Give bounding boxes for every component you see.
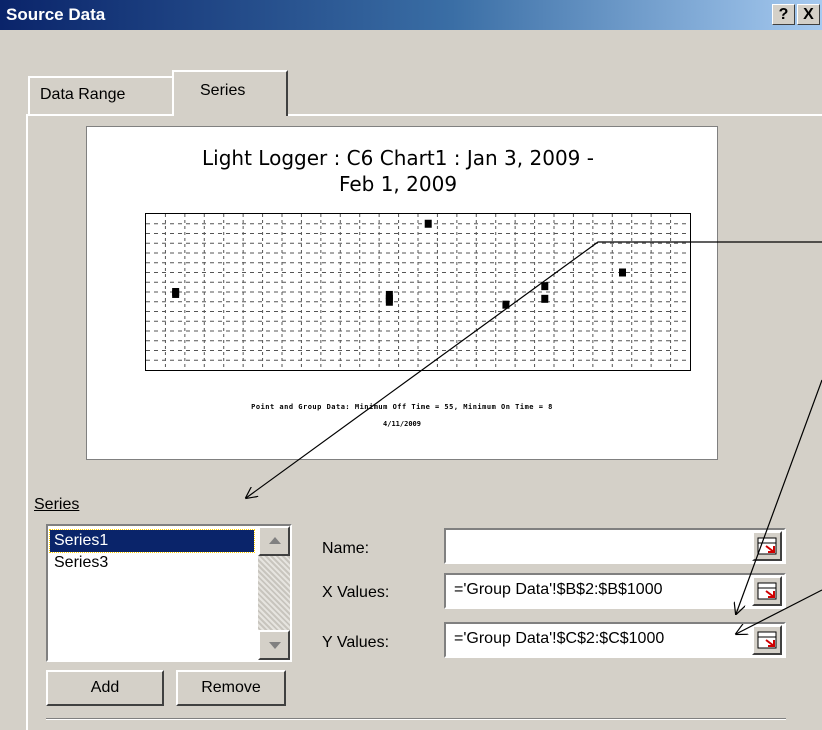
data-point	[541, 294, 549, 303]
y-values-collapse-button[interactable]	[752, 625, 782, 655]
separator-line	[46, 718, 786, 720]
x-values-label: X Values:	[322, 584, 390, 601]
source-data-dialog: Source Data ? X Data Range Series Light …	[0, 0, 822, 730]
listbox-scrollbar[interactable]	[258, 526, 290, 660]
name-field[interactable]	[444, 528, 786, 564]
tab-series[interactable]: Series	[172, 70, 288, 116]
scroll-up-button[interactable]	[258, 526, 290, 556]
series-list-label: Series	[34, 496, 79, 514]
chart-title-line-2: Feb 1, 2009	[338, 172, 458, 196]
tab-data-range[interactable]: Data Range	[28, 76, 174, 114]
chart-title: Light Logger : C6 Chart1 : Jan 3, 2009 -…	[177, 145, 619, 197]
range-selector-icon	[757, 631, 777, 649]
arrow-down-icon	[269, 642, 281, 649]
data-point	[172, 289, 180, 298]
chart-preview: Light Logger : C6 Chart1 : Jan 3, 2009 -…	[86, 126, 718, 460]
series-listbox[interactable]: Series1 Series3	[46, 524, 292, 662]
list-item-series3[interactable]: Series3	[50, 552, 254, 574]
window-title: Source Data	[6, 5, 106, 24]
close-button[interactable]: X	[797, 4, 820, 25]
list-item-series1[interactable]: Series1	[49, 529, 255, 553]
add-button[interactable]: Add	[46, 670, 164, 706]
name-collapse-button[interactable]	[752, 531, 782, 561]
x-axis-date-label: 4/11/2009	[383, 420, 421, 428]
arrow-up-icon	[269, 537, 281, 544]
data-point	[502, 300, 510, 309]
scroll-down-button[interactable]	[258, 630, 290, 660]
series-list-label-text: Series	[34, 496, 80, 513]
x-values-collapse-button[interactable]	[752, 576, 782, 606]
title-bar: Source Data ? X	[0, 0, 822, 30]
chart-title-line-1: Light Logger : C6 Chart1 : Jan 3, 2009 -	[202, 146, 594, 170]
data-point	[424, 219, 432, 228]
range-selector-icon	[757, 537, 777, 555]
data-point	[385, 297, 393, 306]
x-axis-label: Point and Group Data: Minimum Off Time =…	[251, 403, 553, 411]
x-values-field[interactable]: ='Group Data'!$B$2:$B$1000	[444, 573, 786, 609]
y-values-label: Y Values:	[322, 634, 390, 651]
data-point	[619, 268, 626, 277]
remove-button[interactable]: Remove	[176, 670, 286, 706]
range-selector-icon	[757, 582, 777, 600]
y-values-field[interactable]: ='Group Data'!$C$2:$C$1000	[444, 622, 786, 658]
data-point	[541, 282, 549, 291]
plot-area	[145, 213, 691, 371]
name-label: Name:	[322, 540, 370, 557]
help-button[interactable]: ?	[772, 4, 795, 25]
